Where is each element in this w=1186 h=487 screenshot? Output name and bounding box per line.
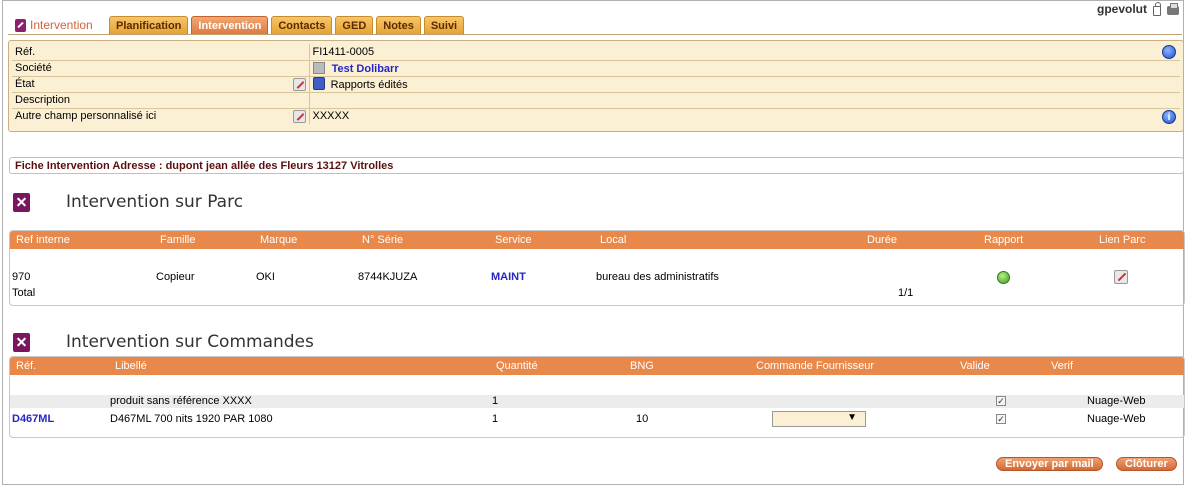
row2-libelle: D467ML 700 nits 1920 PAR 1080 — [110, 413, 273, 425]
societe-value-cell: Test Dolibarr — [309, 60, 1180, 77]
status-icon — [312, 77, 325, 90]
col-marque[interactable]: Marque — [260, 234, 297, 246]
ref-value: FI1411-0005 — [312, 45, 375, 58]
app-title-text: Intervention — [30, 18, 93, 32]
row2-ref-link[interactable]: D467ML — [12, 413, 54, 425]
tab-contacts[interactable]: Contacts — [271, 16, 333, 34]
row2-bng: 10 — [636, 413, 649, 425]
user-name[interactable]: gpevolut — [1097, 2, 1147, 16]
parc-ref: 970 — [12, 271, 31, 283]
tools-icon — [13, 332, 30, 352]
col-ref-interne[interactable]: Ref interne — [16, 234, 70, 246]
custom-value: XXXXX — [312, 110, 350, 123]
tab-ged[interactable]: GED — [335, 16, 374, 34]
chevron-down-icon: ▼ — [847, 412, 857, 423]
row2-verif: Nuage-Web — [1087, 413, 1146, 425]
commandes-table-header: Réf. Libellé Quantité BNG Commande Fourn… — [10, 357, 1184, 375]
description-label: Description — [12, 92, 310, 109]
address-bar: Fiche Intervention Adresse : dupont jean… — [9, 157, 1184, 174]
col-ref[interactable]: Réf. — [16, 360, 36, 372]
info-table: Réf. FI1411-0005 Société Test Dolibarr É… — [12, 44, 1180, 124]
row2-valide-checkbox[interactable]: ✓ — [996, 414, 1006, 424]
parc-local: bureau des administratifs — [596, 271, 719, 283]
close-intervention-button[interactable]: Clôturer — [1116, 457, 1177, 471]
tab-notes[interactable]: Notes — [376, 16, 421, 34]
commandes-table: Réf. Libellé Quantité BNG Commande Fourn… — [9, 356, 1185, 438]
col-duree[interactable]: Durée — [867, 234, 897, 246]
row1-libelle: produit sans référence XXXX — [110, 395, 252, 407]
logout-lock-icon[interactable] — [1153, 1, 1161, 16]
tools-icon — [13, 192, 30, 212]
custom-label: Autre champ personnalisé ici — [15, 110, 157, 123]
row1-valide-checkbox[interactable]: ✓ — [996, 396, 1006, 406]
parc-serie: 8744KJUZA — [358, 271, 418, 283]
custom-value-cell: XXXXX i — [309, 108, 1180, 124]
col-commande-fournisseur[interactable]: Commande Fournisseur — [756, 360, 874, 372]
parc-service-link[interactable]: MAINT — [491, 271, 526, 283]
parc-title: Intervention sur Parc — [66, 192, 244, 212]
main-frame: Intervention Planification Intervention … — [2, 0, 1185, 485]
tab-underline — [8, 34, 1182, 35]
col-rapport[interactable]: Rapport — [984, 234, 1023, 246]
parc-total-label: Total — [12, 287, 36, 299]
edit-lien-parc-icon[interactable] — [1114, 270, 1128, 284]
etat-label-cell: État — [12, 76, 310, 93]
info-row-custom: Autre champ personnalisé ici XXXXX i — [12, 108, 1180, 124]
etat-label: État — [15, 78, 35, 90]
col-bng[interactable]: BNG — [630, 360, 654, 372]
printer-icon[interactable] — [1167, 2, 1179, 15]
back-to-list-icon[interactable] — [1162, 45, 1176, 59]
col-famille[interactable]: Famille — [160, 234, 195, 246]
tab-suivi[interactable]: Suivi — [423, 16, 465, 34]
intervention-info-card: Réf. FI1411-0005 Société Test Dolibarr É… — [8, 40, 1184, 132]
parc-total-duree: 1/1 — [898, 287, 914, 299]
edit-custom-icon[interactable] — [292, 109, 306, 123]
info-icon[interactable]: i — [1162, 109, 1176, 124]
col-valide[interactable]: Valide — [960, 360, 990, 372]
tab-planification[interactable]: Planification — [109, 16, 189, 34]
col-quantite[interactable]: Quantité — [496, 360, 538, 372]
info-row-ref: Réf. FI1411-0005 — [12, 44, 1180, 61]
info-row-etat: État Rapports édités — [12, 76, 1180, 93]
commande-fournisseur-select[interactable]: ▼ — [772, 411, 866, 427]
company-icon — [312, 61, 325, 74]
app-title: Intervention — [15, 17, 93, 33]
parc-famille: Copieur — [156, 271, 195, 283]
etat-value: Rapports édités — [330, 79, 408, 91]
info-row-societe: Société Test Dolibarr — [12, 60, 1180, 77]
send-mail-button[interactable]: Envoyer par mail — [996, 457, 1103, 471]
commandes-title: Intervention sur Commandes — [66, 332, 314, 352]
tabs: Planification Intervention Contacts GED … — [109, 16, 465, 34]
ref-value-cell: FI1411-0005 — [309, 44, 1180, 61]
tab-bar: Intervention Planification Intervention … — [3, 1, 1183, 35]
col-serie[interactable]: N° Série — [362, 234, 403, 246]
row2-quantite: 1 — [492, 413, 499, 425]
etat-value-cell: Rapports édités — [309, 76, 1180, 93]
custom-label-cell: Autre champ personnalisé ici — [12, 108, 310, 124]
societe-label: Société — [12, 60, 310, 77]
col-libelle[interactable]: Libellé — [115, 360, 147, 372]
rapport-ok-icon[interactable] — [997, 271, 1010, 284]
description-value — [309, 92, 1180, 109]
parc-table: Ref interne Famille Marque N° Série Serv… — [9, 230, 1185, 306]
edit-etat-icon[interactable] — [292, 77, 306, 91]
ref-label: Réf. — [12, 44, 310, 61]
parc-section-title: Intervention sur Parc — [13, 192, 243, 212]
intervention-logo-icon — [15, 18, 26, 32]
col-lien-parc[interactable]: Lien Parc — [1099, 234, 1145, 246]
info-row-description: Description — [12, 92, 1180, 109]
user-area: gpevolut — [1097, 1, 1179, 16]
col-local[interactable]: Local — [600, 234, 626, 246]
row1-verif: Nuage-Web — [1087, 395, 1146, 407]
row1-quantite: 1 — [492, 395, 499, 407]
parc-marque: OKI — [256, 271, 275, 283]
parc-table-header: Ref interne Famille Marque N° Série Serv… — [10, 231, 1184, 249]
tab-intervention[interactable]: Intervention — [191, 16, 269, 34]
commandes-section-title: Intervention sur Commandes — [13, 332, 314, 352]
col-verif[interactable]: Verif — [1051, 360, 1073, 372]
societe-link[interactable]: Test Dolibarr — [332, 63, 399, 75]
col-service[interactable]: Service — [495, 234, 532, 246]
